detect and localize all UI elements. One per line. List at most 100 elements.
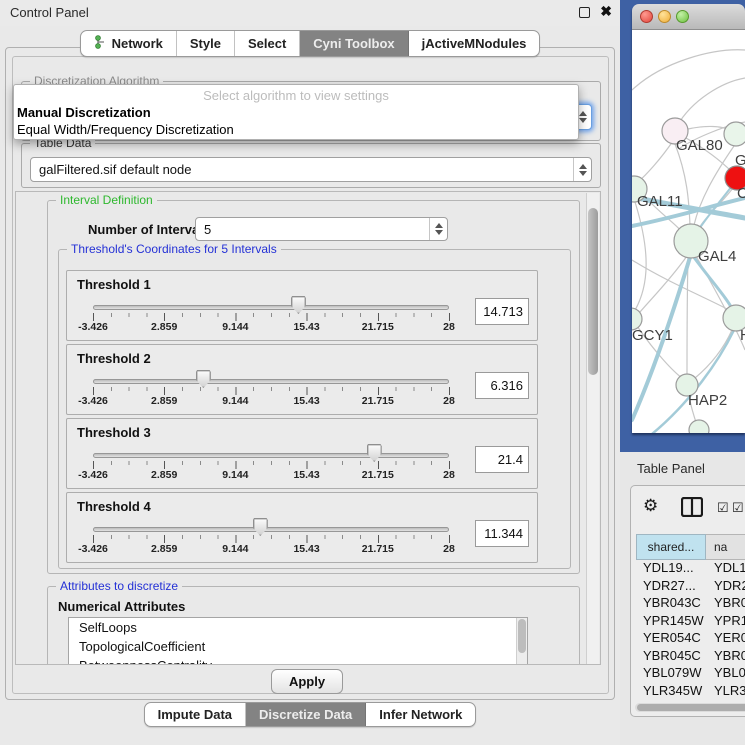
popup-hint: Select algorithm to view settings	[14, 88, 578, 103]
right-section: GAL80 GA CD GAL11 GAL4 GCY1 HA HAP2 Tabl…	[620, 0, 745, 745]
network-icon	[94, 35, 107, 52]
tab-cyni-toolbox[interactable]: Cyni Toolbox	[300, 31, 408, 56]
node-label-gal11: GAL11	[637, 193, 683, 210]
table-data-combobox[interactable]: galFiltered.sif default node	[30, 157, 592, 182]
node-label-hap2: HAP2	[688, 392, 727, 409]
interval-definition-group: Interval Definition Number of Intervals …	[47, 200, 580, 574]
table-row[interactable]: YDL19...YDL19	[636, 560, 745, 578]
top-tab-bar: Network Style Select Cyni Toolbox jActiv…	[0, 30, 620, 57]
table-row[interactable]: YIL052CYIL05	[636, 700, 745, 701]
threshold-4-slider[interactable]	[93, 527, 449, 532]
slider-thumb[interactable]	[196, 370, 211, 388]
attributes-listbox[interactable]: SelfLoops TopologicalCoefficient Between…	[68, 617, 528, 665]
settings-scroll-viewport: Interval Definition Number of Intervals …	[15, 191, 601, 665]
checkbox-icon[interactable]: ☑	[732, 500, 744, 516]
table-panel: Table Panel ⚙ ☑ ☑ shared... na YDL19...Y…	[620, 452, 745, 745]
combo-stepper-icon[interactable]	[573, 158, 591, 181]
network-graph	[632, 30, 745, 433]
table-header: shared... na	[636, 534, 745, 560]
split-columns-icon[interactable]	[681, 497, 703, 522]
table-rows: YDL19...YDL19 YDR27...YDR27 YBR043CYBR04…	[636, 560, 745, 701]
group-title: Attributes to discretize	[56, 579, 182, 593]
node-label-clipped-right: GA	[735, 152, 745, 169]
bottom-tab-bar: Impute Data Discretize Data Infer Networ…	[0, 702, 620, 727]
network-window-titlebar	[632, 4, 745, 30]
panel-title: Control Panel	[10, 5, 89, 20]
group-title: Threshold's Coordinates for 5 Intervals	[67, 242, 281, 256]
slider-ticks	[93, 387, 450, 395]
threshold-3-value-field[interactable]: 21.4	[475, 446, 529, 473]
node-label-gal80: GAL80	[676, 137, 723, 154]
scrollbar-thumb[interactable]	[588, 208, 598, 375]
mac-zoom-icon[interactable]	[676, 10, 689, 23]
control-panel: Control Panel ✖ Network Style Select Cyn…	[0, 0, 620, 745]
num-intervals-label: Number of Intervals	[88, 222, 210, 237]
table-row[interactable]: YDR27...YDR27	[636, 578, 745, 596]
node-label-gcy1: GCY1	[632, 327, 673, 344]
slider-thumb[interactable]	[291, 296, 306, 314]
attributes-group: Attributes to discretize Numerical Attri…	[47, 586, 580, 665]
column-header-name[interactable]: na	[706, 534, 745, 560]
threshold-2-slider[interactable]	[93, 379, 449, 384]
table-data-group: Table Data galFiltered.sif default node	[21, 143, 601, 188]
threshold-1-panel: Threshold 1 -3.4262.8599.14415.4321.7152…	[66, 270, 538, 341]
threshold-1-slider[interactable]	[93, 305, 449, 310]
scrollbar-thumb[interactable]	[637, 704, 745, 711]
slider-ticks	[93, 535, 450, 543]
popup-option-equal-width[interactable]: Equal Width/Frequency Discretization	[17, 122, 234, 137]
table-row[interactable]: YPR145WYPR14	[636, 613, 745, 631]
control-panel-titlebar: Control Panel ✖	[0, 0, 620, 26]
threshold-coordinates-group: Threshold's Coordinates for 5 Intervals …	[58, 249, 571, 569]
checkbox-icon[interactable]: ☑	[717, 500, 729, 516]
tab-impute-data[interactable]: Impute Data	[145, 703, 246, 726]
threshold-2-value-field[interactable]: 6.316	[475, 372, 529, 399]
mac-close-icon[interactable]	[640, 10, 653, 23]
network-canvas[interactable]: GAL80 GA CD GAL11 GAL4 GCY1 HA HAP2	[632, 30, 745, 433]
tab-network[interactable]: Network	[81, 31, 177, 56]
table-panel-body: ⚙ ☑ ☑ shared... na YDL19...YDL19 YDR27..…	[630, 485, 745, 717]
algorithm-dropdown-popup: Select algorithm to view settings Manual…	[13, 84, 579, 140]
tab-select[interactable]: Select	[235, 31, 300, 56]
threshold-4-value-field[interactable]: 11.344	[475, 520, 529, 547]
combo-stepper-icon[interactable]	[429, 218, 447, 240]
tab-jactivemnodules[interactable]: jActiveMNodules	[409, 31, 540, 56]
cyni-toolbox-panel: Discretization Algorithm Select algorith…	[5, 47, 615, 700]
threshold-3-panel: Threshold 3 -3.4262.8599.14415.4321.7152…	[66, 418, 538, 489]
table-row[interactable]: YBR045CYBR04	[636, 648, 745, 666]
threshold-2-panel: Threshold 2 -3.4262.8599.14415.4321.7152…	[66, 344, 538, 415]
group-title: Interval Definition	[56, 193, 157, 207]
node-label-clipped-right: CD	[737, 185, 745, 202]
table-row[interactable]: YER054CYER05	[636, 630, 745, 648]
settings-scrollbar[interactable]	[586, 193, 599, 665]
threshold-4-panel: Threshold 4 -3.4262.8599.14415.4321.7152…	[66, 492, 538, 563]
gear-icon[interactable]: ⚙	[643, 496, 658, 516]
threshold-3-slider[interactable]	[93, 453, 449, 458]
list-item[interactable]: TopologicalCoefficient	[69, 637, 527, 656]
table-row[interactable]: YLR345WYLR34	[636, 683, 745, 701]
tab-style[interactable]: Style	[177, 31, 235, 56]
table-panel-title: Table Panel	[637, 461, 705, 476]
table-row[interactable]: YBR043CYBR04	[636, 595, 745, 613]
mac-minimize-icon[interactable]	[658, 10, 671, 23]
threshold-1-value-field[interactable]: 14.713	[475, 298, 529, 325]
table-horizontal-scrollbar[interactable]	[635, 703, 745, 712]
slider-thumb[interactable]	[253, 518, 268, 536]
node-label-clipped-right: HA	[740, 327, 745, 344]
apply-button[interactable]: Apply	[271, 669, 343, 694]
list-item[interactable]: SelfLoops	[69, 618, 527, 637]
close-icon[interactable]: ✖	[600, 3, 612, 20]
tab-discretize-data[interactable]: Discretize Data	[246, 703, 366, 726]
slider-ticks	[93, 461, 450, 469]
num-intervals-combobox[interactable]: 5	[195, 217, 448, 241]
slider-thumb[interactable]	[367, 444, 382, 462]
table-row[interactable]: YBL079WYBL07	[636, 665, 745, 683]
column-header-shared[interactable]: shared...	[636, 534, 706, 560]
list-item[interactable]: BetweennessCentrality	[69, 656, 527, 665]
popup-option-manual[interactable]: Manual Discretization	[17, 105, 151, 120]
numerical-attributes-label: Numerical Attributes	[58, 599, 185, 614]
network-view-window: GAL80 GA CD GAL11 GAL4 GCY1 HA HAP2	[632, 4, 745, 433]
slider-ticks	[93, 313, 450, 321]
list-scrollbar[interactable]	[516, 618, 527, 665]
float-window-icon[interactable]	[579, 7, 590, 18]
tab-infer-network[interactable]: Infer Network	[366, 703, 475, 726]
